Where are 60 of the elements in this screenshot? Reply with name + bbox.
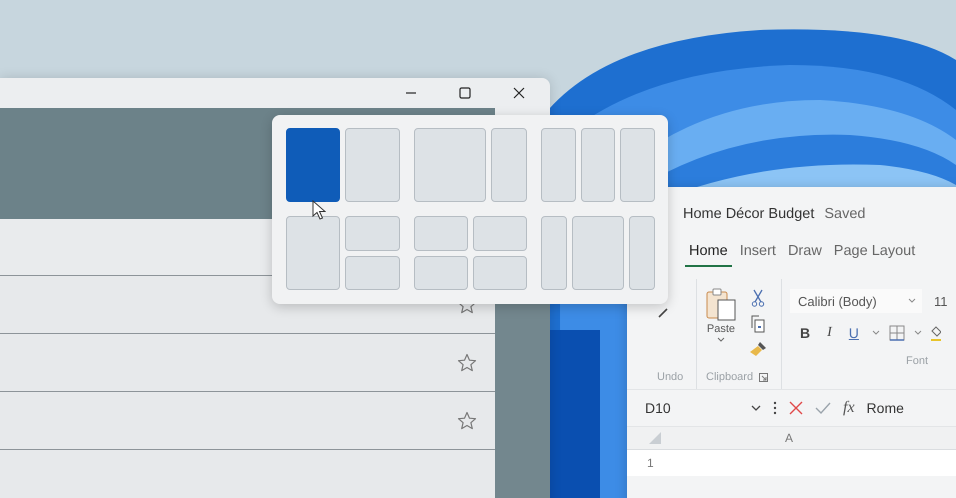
ribbon-tab[interactable]: Draw [784,241,826,265]
layout-zone[interactable] [572,216,624,290]
layout-zone[interactable] [491,128,528,202]
maximize-icon [458,86,472,100]
close-icon [512,86,526,100]
scissors-icon[interactable] [751,289,765,307]
borders-icon[interactable] [888,325,905,341]
layout-zone[interactable] [345,216,400,250]
font-name-dropdown[interactable]: Calibri (Body) [790,289,922,313]
layout-zone[interactable] [414,216,468,250]
cancel-icon[interactable] [789,401,803,415]
layout-zone[interactable] [286,216,340,290]
layout-zone[interactable] [345,256,400,290]
layout-zone[interactable] [472,256,528,290]
group-label: Font [906,355,928,367]
caret-icon [908,298,916,304]
layout-zone[interactable] [345,128,400,202]
insert-function-button[interactable]: fx [843,399,855,417]
group-label: Undo [657,371,684,383]
list-row[interactable] [0,450,495,498]
layout-zone[interactable] [580,128,616,202]
brush-icon[interactable] [749,341,767,357]
launcher-icon[interactable] [759,372,768,382]
layout-zone[interactable] [472,216,528,250]
undo-icon[interactable] [657,307,669,319]
group-label: Clipboard [706,371,754,383]
list-row[interactable] [0,334,495,392]
layout-zone[interactable] [620,128,655,202]
column-header[interactable]: A [785,431,794,445]
italic-button[interactable]: I [823,325,836,341]
star-icon[interactable] [457,410,477,430]
formula-field[interactable]: Rome [866,400,904,416]
bold-button[interactable]: B [796,325,814,341]
font-size-field[interactable]: 11 [926,289,956,313]
layout-zone[interactable] [541,128,576,202]
layout-zone[interactable] [414,128,486,202]
caret-icon[interactable] [751,404,761,412]
document-title: Home Décor Budget [683,206,814,222]
row-header[interactable]: 1 [647,456,654,470]
minimize-icon [405,92,417,94]
cursor-icon [312,200,326,220]
save-status: Saved [824,206,866,222]
layout-zone[interactable] [414,256,468,290]
layout-zone[interactable] [541,216,568,290]
ribbon-tab[interactable]: Page Layout [830,241,920,265]
list-row[interactable] [0,392,495,450]
name-box[interactable]: D10 [645,400,739,416]
copy-icon[interactable] [750,315,766,333]
underline-button[interactable]: U [844,325,863,341]
select-all-icon[interactable] [649,432,661,444]
ribbon-tab[interactable]: Insert [736,241,780,265]
layout-zone[interactable] [629,216,655,290]
layout-zone[interactable] [286,128,340,202]
fill-icon[interactable] [930,325,941,341]
more-icon[interactable] [773,401,777,415]
star-icon[interactable] [457,352,477,372]
ribbon-tab[interactable]: Home [685,241,732,267]
paste-button[interactable]: Paste [703,287,739,357]
caret-icon [717,337,725,343]
check-icon[interactable] [815,402,831,414]
